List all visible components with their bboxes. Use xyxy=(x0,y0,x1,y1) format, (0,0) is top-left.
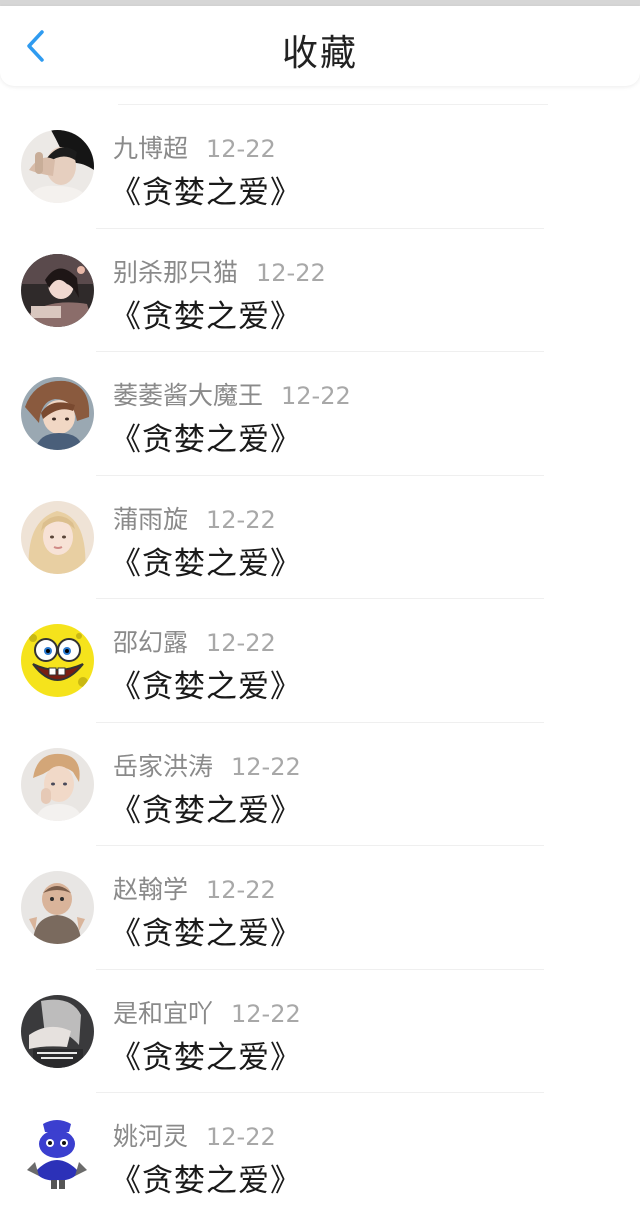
item-meta: 蒲雨旋 12-22 xyxy=(113,500,276,536)
avatar-spongebob-icon[interactable] xyxy=(21,624,94,697)
work-title[interactable]: 《贪婪之爱》 xyxy=(110,1032,302,1077)
avatar-photo-icon[interactable] xyxy=(21,130,94,203)
avatar-photo-icon[interactable] xyxy=(21,994,94,1068)
avatar-photo-icon[interactable] xyxy=(21,500,94,574)
item-date: 12-22 xyxy=(206,505,276,534)
user-name[interactable]: 蒲雨旋 xyxy=(113,505,188,534)
item-meta: 邵幻露 12-22 xyxy=(113,623,276,659)
user-name[interactable]: 萎萎酱大魔王 xyxy=(113,381,263,410)
user-name[interactable]: 九博超 xyxy=(113,134,188,163)
list-item[interactable]: 岳家洪涛 12-22 《贪婪之爱》 xyxy=(0,723,640,846)
avatar-photo-icon[interactable] xyxy=(21,747,94,821)
item-meta: 岳家洪涛 12-22 xyxy=(113,747,301,783)
work-title[interactable]: 《贪婪之爱》 xyxy=(110,1155,302,1200)
user-name[interactable]: 是和宜吖 xyxy=(113,999,213,1028)
app-header: 收藏 xyxy=(0,6,640,86)
item-meta: 九博超 12-22 xyxy=(113,129,276,165)
work-title[interactable]: 《贪婪之爱》 xyxy=(110,785,302,830)
user-name[interactable]: 赵翰学 xyxy=(113,875,188,904)
item-meta: 姚河灵 12-22 xyxy=(113,1117,276,1153)
item-date: 12-22 xyxy=(206,629,276,657)
item-date: 12-22 xyxy=(206,1123,276,1151)
list-item[interactable]: 别杀那只猫 12-22 《贪婪之爱》 xyxy=(0,229,640,352)
item-date: 12-22 xyxy=(256,258,326,287)
avatar-photo-icon[interactable] xyxy=(21,871,94,944)
item-date: 12-22 xyxy=(206,876,276,904)
avatar-photo-icon[interactable] xyxy=(21,253,94,327)
item-date: 12-22 xyxy=(206,135,276,163)
work-title[interactable]: 《贪婪之爱》 xyxy=(110,167,302,212)
page-title: 收藏 xyxy=(281,33,358,74)
list-item[interactable]: 蒲雨旋 12-22 《贪婪之爱》 xyxy=(0,476,640,599)
user-name[interactable]: 别杀那只猫 xyxy=(113,258,238,287)
favorites-list: 九博超 12-22 《贪婪之爱》 别杀那只猫 12-22 《贪婪之爱》 萎萎酱大… xyxy=(0,104,640,1217)
list-item[interactable]: 萎萎酱大魔王 12-22 《贪婪之爱》 xyxy=(0,352,640,476)
work-title[interactable]: 《贪婪之爱》 xyxy=(110,291,302,336)
list-item[interactable]: 赵翰学 12-22 《贪婪之爱》 xyxy=(0,846,640,970)
item-meta: 萎萎酱大魔王 12-22 xyxy=(113,376,351,412)
item-date: 12-22 xyxy=(281,382,351,410)
item-date: 12-22 xyxy=(231,999,301,1028)
list-item[interactable]: 是和宜吖 12-22 《贪婪之爱》 xyxy=(0,970,640,1093)
item-meta: 是和宜吖 12-22 xyxy=(113,994,301,1030)
user-name[interactable]: 姚河灵 xyxy=(113,1122,188,1151)
list-item[interactable]: 邵幻露 12-22 《贪婪之爱》 xyxy=(0,599,640,723)
item-meta: 赵翰学 12-22 xyxy=(113,870,276,906)
work-title[interactable]: 《贪婪之爱》 xyxy=(110,661,302,706)
work-title[interactable]: 《贪婪之爱》 xyxy=(110,538,302,583)
user-name[interactable]: 邵幻露 xyxy=(113,628,188,657)
work-title[interactable]: 《贪婪之爱》 xyxy=(110,908,302,953)
avatar-cartoon-icon[interactable] xyxy=(21,1118,94,1191)
work-title[interactable]: 《贪婪之爱》 xyxy=(110,414,302,459)
item-meta: 别杀那只猫 12-22 xyxy=(113,253,326,289)
list-item[interactable]: 姚河灵 12-22 《贪婪之爱》 xyxy=(0,1093,640,1217)
avatar-anime-icon[interactable] xyxy=(21,377,94,450)
item-date: 12-22 xyxy=(231,752,301,781)
user-name[interactable]: 岳家洪涛 xyxy=(113,752,213,781)
list-item[interactable]: 九博超 12-22 《贪婪之爱》 xyxy=(0,105,640,229)
